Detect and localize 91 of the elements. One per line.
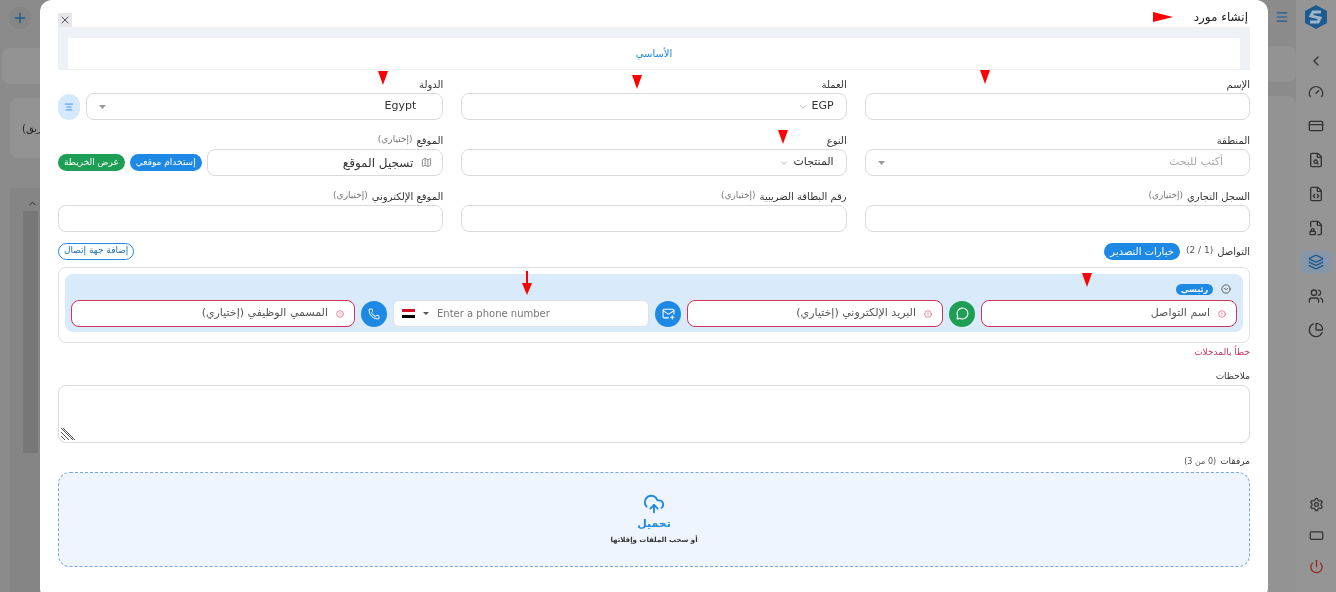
mail-icon — [661, 307, 675, 320]
optional-note: (إختياري) — [377, 133, 413, 147]
list-button[interactable] — [58, 93, 80, 120]
field-placeholder: اسم التواصل — [1150, 305, 1210, 322]
annotation-arrow-icon — [980, 70, 990, 84]
error-message: خطأ بالمدخلات — [1193, 346, 1250, 359]
rectangle-icon[interactable] — [1308, 528, 1324, 543]
annotation-arrow-icon — [778, 130, 788, 144]
add-contact-button[interactable]: إضافة جهة إتصال — [58, 242, 135, 260]
annotation-arrow-icon — [1082, 273, 1092, 287]
phone-field[interactable]: Enter a phone number — [393, 300, 649, 327]
field-placeholder: البريد الإلكتروني (إختياري) — [796, 305, 916, 322]
annotation-arrow-icon — [632, 75, 642, 89]
select-value: EGP — [811, 98, 834, 115]
caret-icon — [877, 160, 885, 165]
field-label: ملاحظات — [1214, 369, 1250, 383]
tab[interactable]: الأساسي — [635, 46, 673, 61]
select-value: Egypt — [384, 98, 417, 115]
layers-icon[interactable] — [1308, 254, 1324, 270]
annotation-arrow-icon — [1153, 12, 1173, 22]
notes-field[interactable] — [58, 384, 1250, 443]
contact-name-field[interactable]: اسم التواصل — [981, 300, 1237, 327]
field-label: العملة — [821, 77, 847, 92]
field-label: رقم البطاقة الضريبية — [759, 189, 847, 204]
search-placeholder: أكتب للبحث — [1168, 154, 1223, 171]
field-label: السجل التجاري — [1187, 189, 1250, 204]
phone-placeholder: Enter a phone number — [437, 307, 550, 321]
annotation-arrow-icon — [522, 271, 532, 295]
field-label: الإسم — [1226, 77, 1250, 92]
phone-icon — [368, 307, 380, 320]
caret-icon — [99, 104, 106, 109]
field-label: الدولة — [419, 77, 444, 92]
flag-icon — [402, 309, 415, 318]
close-icon — [59, 14, 71, 26]
location-value: تسجيل الموقع — [342, 154, 414, 172]
select-field[interactable]: EGP — [461, 93, 847, 120]
resize-handle-icon[interactable] — [61, 427, 75, 440]
annotation-arrow-icon — [378, 71, 388, 85]
alert-icon — [924, 309, 932, 318]
field-label: مرفقات — [1220, 454, 1250, 468]
field-placeholder: المسمي الوظيفي (إختياري) — [201, 305, 328, 322]
select-value: المنتجات — [793, 154, 834, 171]
text-field[interactable] — [864, 93, 1250, 120]
email-button[interactable] — [655, 300, 681, 327]
settings-icon[interactable] — [1308, 497, 1324, 512]
primary-badge: رئيسي — [1175, 283, 1213, 295]
alert-icon — [1218, 309, 1226, 318]
pie-chart-icon[interactable] — [1308, 322, 1324, 338]
field-label: المنطقة — [1216, 133, 1250, 148]
whatsapp-button[interactable] — [949, 300, 975, 327]
list-icon — [64, 101, 74, 112]
file-code-icon[interactable] — [1308, 186, 1324, 202]
users-icon[interactable] — [1308, 288, 1324, 304]
collapse-icon[interactable] — [1221, 284, 1231, 294]
logo-icon — [1305, 5, 1327, 29]
contacts-label: التواصل — [1217, 244, 1250, 259]
plus-icon — [12, 10, 28, 26]
optional-note: (إختياري) — [720, 189, 756, 203]
call-button[interactable] — [361, 300, 387, 327]
text-field[interactable] — [864, 205, 1250, 232]
file-search-icon[interactable] — [1308, 152, 1324, 168]
select-field[interactable]: Egypt — [86, 93, 444, 120]
text-field[interactable] — [58, 205, 444, 232]
field-label: الموقع — [416, 133, 444, 148]
power-icon[interactable] — [1308, 559, 1324, 574]
export-button[interactable]: خيارات التصدير — [1104, 242, 1180, 260]
contacts-count: (1 / 2) — [1185, 244, 1214, 258]
attachments-count: (0 من 3) — [1184, 455, 1217, 468]
select-field[interactable]: المنتجات — [461, 149, 847, 176]
add-button[interactable] — [9, 7, 31, 29]
field-label: الموقع الإلكتروني — [371, 189, 444, 204]
text-field[interactable] — [461, 205, 847, 232]
email-field[interactable]: البريد الإلكتروني (إختياري) — [687, 300, 943, 327]
chat-icon — [955, 307, 969, 320]
file-lock-icon[interactable] — [1308, 220, 1324, 236]
optional-note: (إختياري) — [333, 189, 368, 203]
optional-note: (إختياري) — [1148, 189, 1184, 203]
modal-title: إنشاء مورد — [1193, 9, 1249, 26]
card-icon[interactable] — [1308, 118, 1324, 134]
location-field[interactable]: تسجيل الموقع — [206, 149, 444, 176]
caret-icon — [423, 312, 429, 315]
menu-icon[interactable] — [1275, 10, 1289, 24]
map-icon — [421, 157, 433, 168]
job-title-field[interactable]: المسمي الوظيفي (إختياري) — [71, 300, 355, 327]
upload-title: تحميل — [637, 516, 671, 532]
location-button[interactable]: إستخدام موقعي — [129, 154, 202, 171]
cloud-upload-icon — [643, 493, 665, 515]
alert-icon — [336, 309, 344, 318]
field-label: النوع — [826, 133, 847, 148]
gauge-icon[interactable] — [1308, 84, 1324, 100]
close-button[interactable] — [58, 13, 72, 27]
